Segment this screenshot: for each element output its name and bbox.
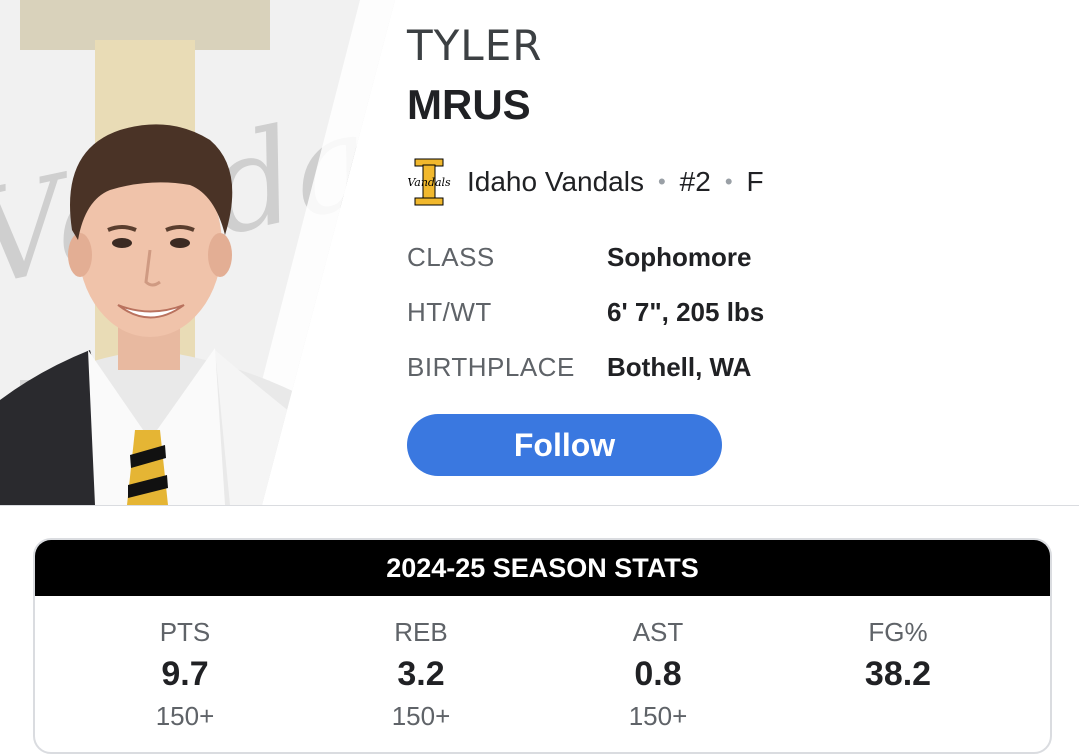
stat-pts: PTS 9.7 150+ — [85, 612, 285, 736]
player-last-name: MRUS — [407, 81, 531, 128]
season-stats-card: 2024-25 SEASON STATS PTS 9.7 150+ REB 3.… — [33, 538, 1052, 754]
player-header: Vandal — [0, 0, 1079, 505]
stat-fg-pct: FG% 38.2 — [798, 612, 998, 696]
jersey-number: #2 — [679, 166, 711, 197]
bio-label: HT/WT — [407, 297, 492, 327]
bio-value: 6' 7", 205 lbs — [607, 297, 765, 327]
stat-value: 3.2 — [397, 655, 445, 693]
stat-label: PTS — [159, 617, 211, 647]
stat-value: 38.2 — [864, 655, 932, 693]
stat-value: 0.8 — [634, 655, 682, 693]
bio-row-height-weight: HT/WT 6' 7", 205 lbs — [407, 285, 764, 340]
stat-value: 9.7 — [161, 655, 209, 693]
stat-label: FG% — [868, 617, 928, 647]
stat-rank: 150+ — [628, 701, 688, 731]
bio-list: CLASS Sophomore HT/WT 6' 7", 205 lbs BIR… — [407, 230, 764, 395]
stat-ast: AST 0.8 150+ — [558, 612, 758, 736]
separator-dot: • — [724, 169, 733, 194]
stat-reb: REB 3.2 150+ — [321, 612, 521, 736]
team-line: Vandals Idaho Vandals • #2 • F — [407, 157, 764, 207]
bio-value: Bothell, WA — [607, 352, 752, 382]
bio-row-class: CLASS Sophomore — [407, 230, 764, 285]
logo-text: Vandals — [407, 176, 451, 189]
stat-rank: 150+ — [391, 701, 451, 731]
idaho-vandals-logo-icon[interactable]: Vandals — [407, 157, 451, 207]
section-divider — [0, 505, 1079, 506]
stat-rank: 150+ — [155, 701, 215, 731]
stats-title: 2024-25 SEASON STATS — [35, 540, 1050, 596]
team-name[interactable]: Idaho Vandals — [467, 166, 644, 198]
bio-row-birthplace: BIRTHPLACE Bothell, WA — [407, 340, 764, 395]
bio-label: BIRTHPLACE — [407, 352, 575, 382]
bio-value: Sophomore — [607, 242, 752, 272]
player-position: F — [746, 166, 764, 197]
bio-label: CLASS — [407, 242, 495, 272]
stat-label: AST — [632, 617, 684, 647]
player-photo: Vandal — [0, 0, 400, 505]
stat-label: REB — [394, 617, 448, 647]
separator-dot: • — [657, 169, 666, 194]
follow-button[interactable]: Follow — [407, 414, 722, 476]
player-info: TYLER MRUS Vandals Idaho Vandals • #2 • … — [407, 21, 1067, 476]
player-first-name: TYLER — [407, 21, 543, 70]
